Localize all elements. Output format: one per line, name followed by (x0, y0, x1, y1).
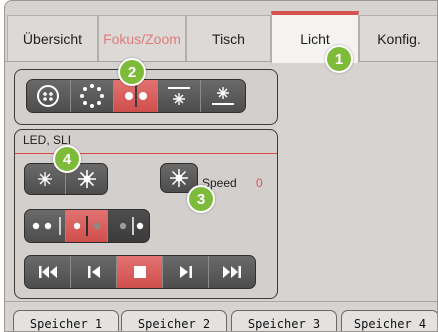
segment-strip (24, 209, 150, 243)
step-forward-icon (179, 266, 192, 278)
stop-icon (133, 266, 146, 278)
segment-right-button[interactable] (107, 210, 149, 242)
segment-left-button[interactable] (25, 210, 67, 242)
tab-fokus-zoom: Fokus/Zoom (98, 15, 186, 61)
bright-light-icon (77, 170, 96, 188)
callout-badge-2: 2 (118, 58, 146, 86)
mode-segment-ring-button[interactable] (70, 80, 115, 112)
tab-tisch[interactable]: Tisch (186, 15, 271, 61)
tab-konfig[interactable]: Konfig. (359, 15, 437, 61)
memory-tab-2[interactable]: Speicher 2 (121, 310, 227, 331)
mode-ring-dots-button[interactable] (27, 80, 71, 112)
dots-right-icon (120, 217, 144, 235)
skip-first-button[interactable] (25, 256, 71, 288)
light-burst-icon (170, 169, 188, 187)
two-side-light-icon (124, 85, 147, 107)
top-light-icon (168, 87, 191, 105)
callout-badge-1: 1 (325, 45, 353, 73)
mode-bottom-light-button[interactable] (201, 80, 245, 112)
step-back-icon (87, 266, 100, 278)
skip-last-icon (223, 266, 241, 278)
skip-first-icon (38, 266, 57, 278)
memory-tab-3[interactable]: Speicher 3 (231, 310, 337, 331)
memory-tab-4[interactable]: Speicher 4 (341, 310, 437, 331)
illumination-mode-group (14, 69, 278, 125)
tab-uebersicht[interactable]: Übersicht (7, 15, 98, 61)
tab-divider (5, 61, 437, 62)
callout-badge-3: 3 (187, 185, 215, 213)
stop-button[interactable] (117, 256, 163, 288)
ring-dots-icon (37, 85, 60, 107)
step-forward-button[interactable] (163, 256, 209, 288)
playback-strip (24, 255, 256, 289)
dots-left-icon (32, 217, 62, 235)
memory-divider (5, 301, 437, 302)
mode-top-light-button[interactable] (157, 80, 202, 112)
dim-light-icon (38, 172, 52, 186)
segment-split-button[interactable] (66, 210, 108, 242)
app-frame: Übersicht Fokus/Zoom Tisch Licht Konfig. (4, 0, 438, 332)
bottom-light-icon (212, 87, 235, 105)
memory-tab-1[interactable]: Speicher 1 (13, 310, 119, 331)
step-back-button[interactable] (71, 256, 117, 288)
speed-value: 0 (256, 176, 263, 190)
tab-bar: Übersicht Fokus/Zoom Tisch Licht Konfig. (5, 1, 437, 63)
skip-last-button[interactable] (209, 256, 255, 288)
segment-ring-icon (79, 84, 104, 108)
callout-badge-4: 4 (53, 145, 81, 173)
dots-split-active-icon (73, 216, 100, 236)
